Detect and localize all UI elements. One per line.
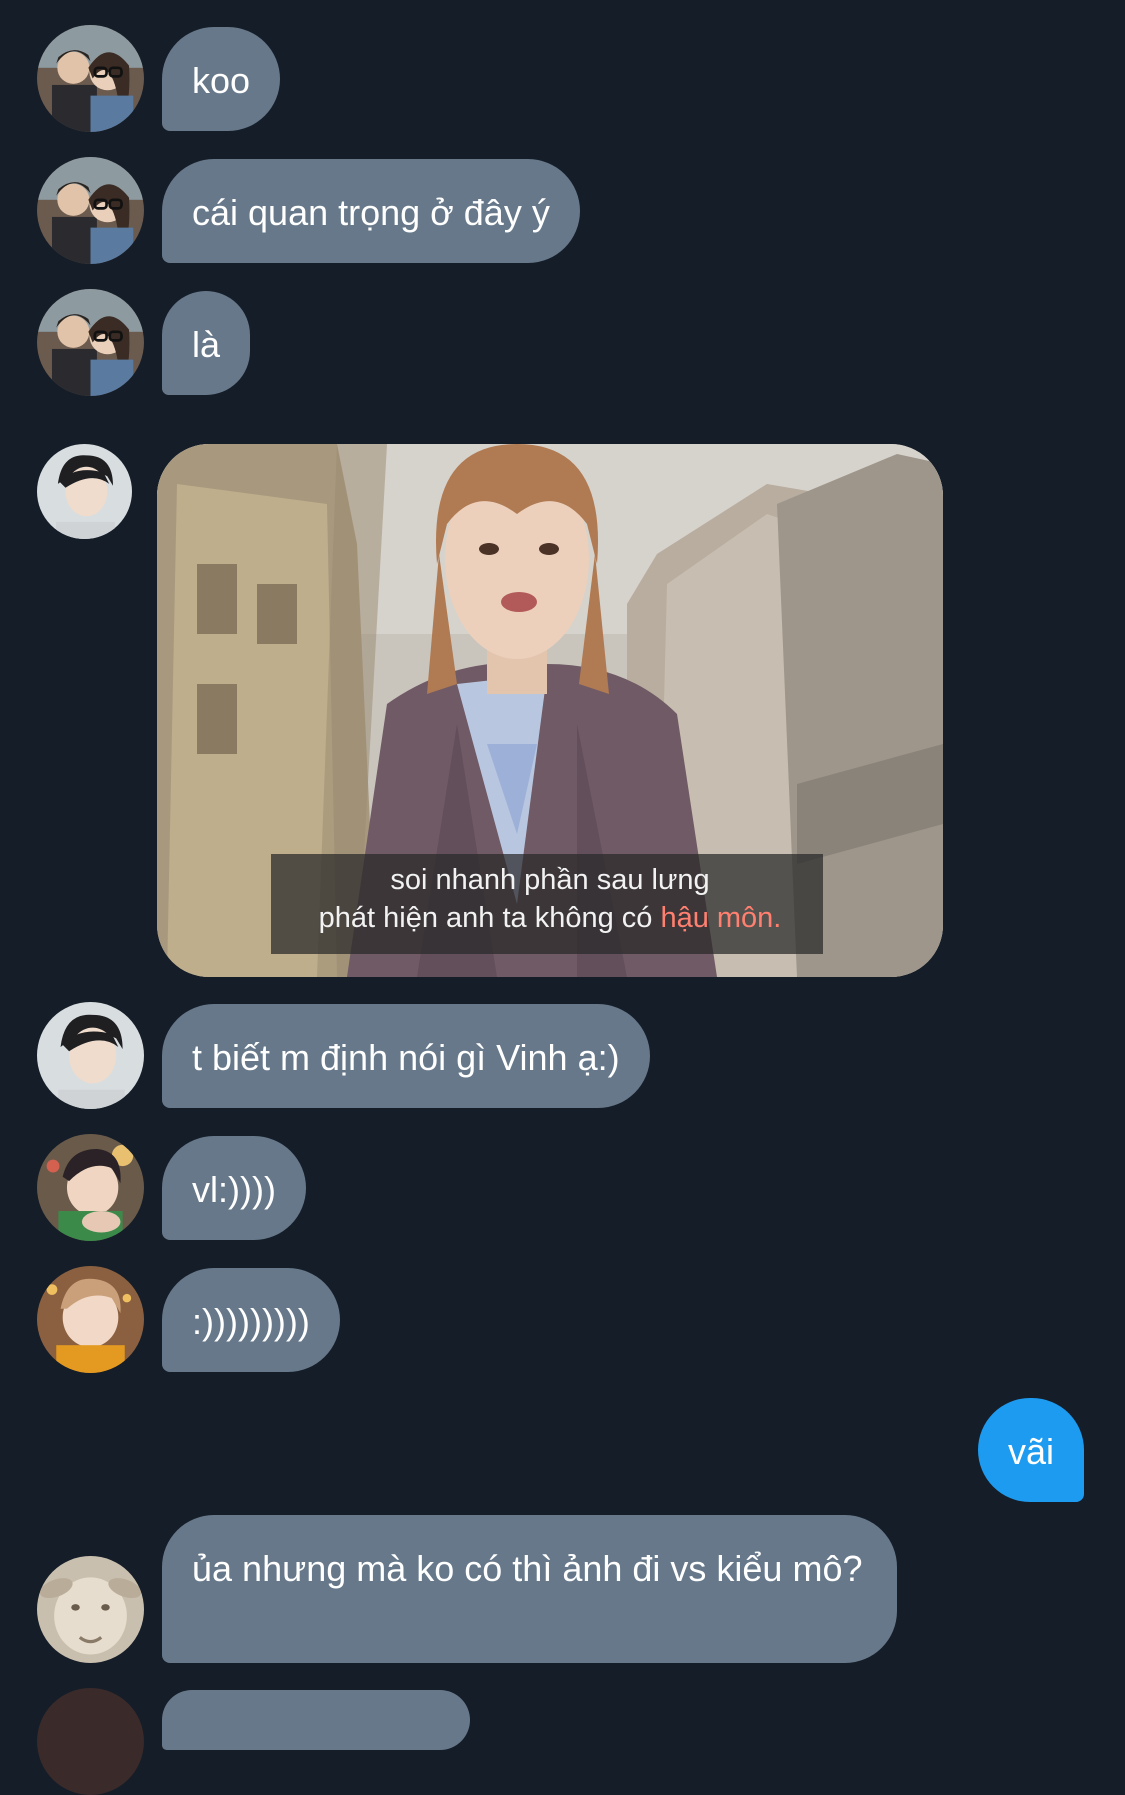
avatar[interactable] — [37, 1002, 144, 1109]
subtitle-line-1: soi nhanh phần sau lưng — [390, 864, 710, 896]
avatar[interactable] — [37, 1134, 144, 1241]
couple-avatar-icon — [37, 25, 144, 132]
message-bubble[interactable]: cái quan trọng ở đây ý — [162, 159, 580, 263]
message-text: là — [192, 324, 221, 365]
shared-image[interactable]: soi nhanh phần sau lưng phát hiện anh ta… — [157, 444, 943, 977]
avatar[interactable] — [37, 444, 132, 539]
person-avatar-icon — [37, 1134, 144, 1241]
person-avatar-icon — [37, 1688, 144, 1795]
chat-screen: { "messages": [ {"sender": "other", "typ… — [0, 0, 1125, 1795]
couple-avatar-icon — [37, 157, 144, 264]
person-avatar-icon — [37, 1266, 144, 1373]
subtitle-line-2-text: phát hiện anh ta không có — [318, 902, 661, 934]
my-message-bubble[interactable]: vãi — [978, 1398, 1085, 1502]
message-text: cái quan trọng ở đây ý — [192, 192, 550, 233]
avatar[interactable] — [37, 1556, 144, 1663]
subtitle-line-2: phát hiện anh ta không có hậu môn. — [157, 900, 943, 936]
subtitle-highlight: hậu môn. — [660, 902, 782, 934]
animal-avatar-icon — [37, 1556, 144, 1663]
avatar[interactable] — [37, 157, 144, 264]
message-text: t biết m định nói gì Vinh ạ:) — [192, 1037, 620, 1078]
message-bubble[interactable]: ủa nhưng mà ko có thì ảnh đi vs kiểu mô? — [162, 1515, 897, 1663]
message-bubble[interactable] — [162, 1690, 470, 1750]
message-text: koo — [192, 60, 251, 101]
avatar[interactable] — [37, 289, 144, 396]
man-portrait-avatar-icon — [37, 444, 132, 539]
couple-avatar-icon — [37, 289, 144, 396]
man-portrait-avatar-icon — [37, 1002, 144, 1109]
message-bubble[interactable]: là — [162, 291, 251, 395]
message-text: ủa nhưng mà ko có thì ảnh đi vs kiểu mô? — [192, 1548, 863, 1589]
message-text: :))))))))) — [192, 1301, 310, 1342]
avatar[interactable] — [37, 25, 144, 132]
message-bubble[interactable]: :))))))))) — [162, 1268, 340, 1372]
avatar[interactable] — [37, 1266, 144, 1373]
avatar[interactable] — [37, 1688, 144, 1795]
message-text: vl:)))) — [192, 1169, 276, 1210]
message-bubble[interactable]: vl:)))) — [162, 1136, 306, 1240]
message-bubble[interactable]: t biết m định nói gì Vinh ạ:) — [162, 1004, 650, 1108]
message-text: vãi — [1008, 1431, 1055, 1472]
message-bubble[interactable]: koo — [162, 27, 281, 131]
